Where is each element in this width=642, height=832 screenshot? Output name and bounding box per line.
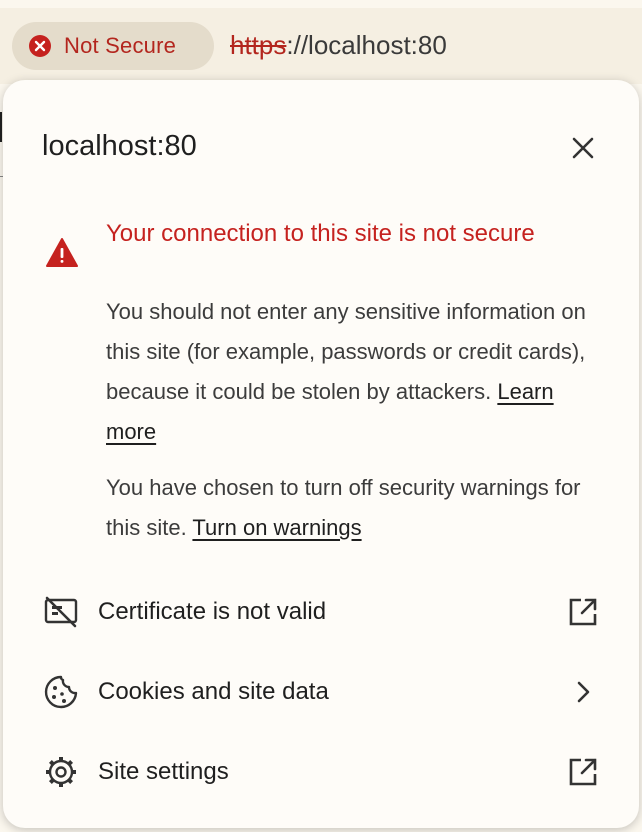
close-icon[interactable] [565, 130, 601, 166]
site-settings-row-label: Site settings [98, 758, 229, 785]
warning-headline: Your connection to this site is not secu… [106, 220, 535, 247]
site-settings-row[interactable]: Site settings [3, 738, 639, 806]
chevron-right-icon [577, 681, 590, 703]
address-bar-url[interactable]: https://localhost:80 [230, 30, 447, 61]
popup-title: localhost:80 [42, 130, 197, 162]
external-link-icon [569, 758, 597, 786]
url-host: ://localhost:80 [286, 30, 447, 60]
certificate-row[interactable]: Certificate is not valid [3, 578, 639, 646]
url-scheme: https [230, 30, 287, 60]
certificate-invalid-icon [44, 596, 78, 628]
cookies-row[interactable]: Cookies and site data [3, 658, 639, 726]
cookies-row-label: Cookies and site data [98, 678, 329, 705]
certificate-row-label: Certificate is not valid [98, 598, 327, 625]
not-secure-label: Not Secure [64, 33, 177, 58]
omnibox: Not Secure https://localhost:80 [0, 8, 642, 84]
site-info-popup: localhost:80 Your connection to this sit… [3, 80, 639, 828]
turn-on-warnings-link[interactable]: Turn on warnings [192, 515, 361, 540]
gear-icon [46, 757, 76, 787]
external-link-icon [569, 598, 597, 626]
warnings-off-note: You have chosen to turn off security war… [106, 468, 586, 548]
warning-body: You should not enter any sensitive infor… [106, 292, 586, 452]
not-secure-chip[interactable]: Not Secure [12, 22, 214, 70]
browser-top-strip [0, 0, 642, 8]
cookie-icon [44, 675, 78, 709]
warning-triangle-icon [46, 238, 78, 267]
error-circle-icon [29, 35, 51, 57]
